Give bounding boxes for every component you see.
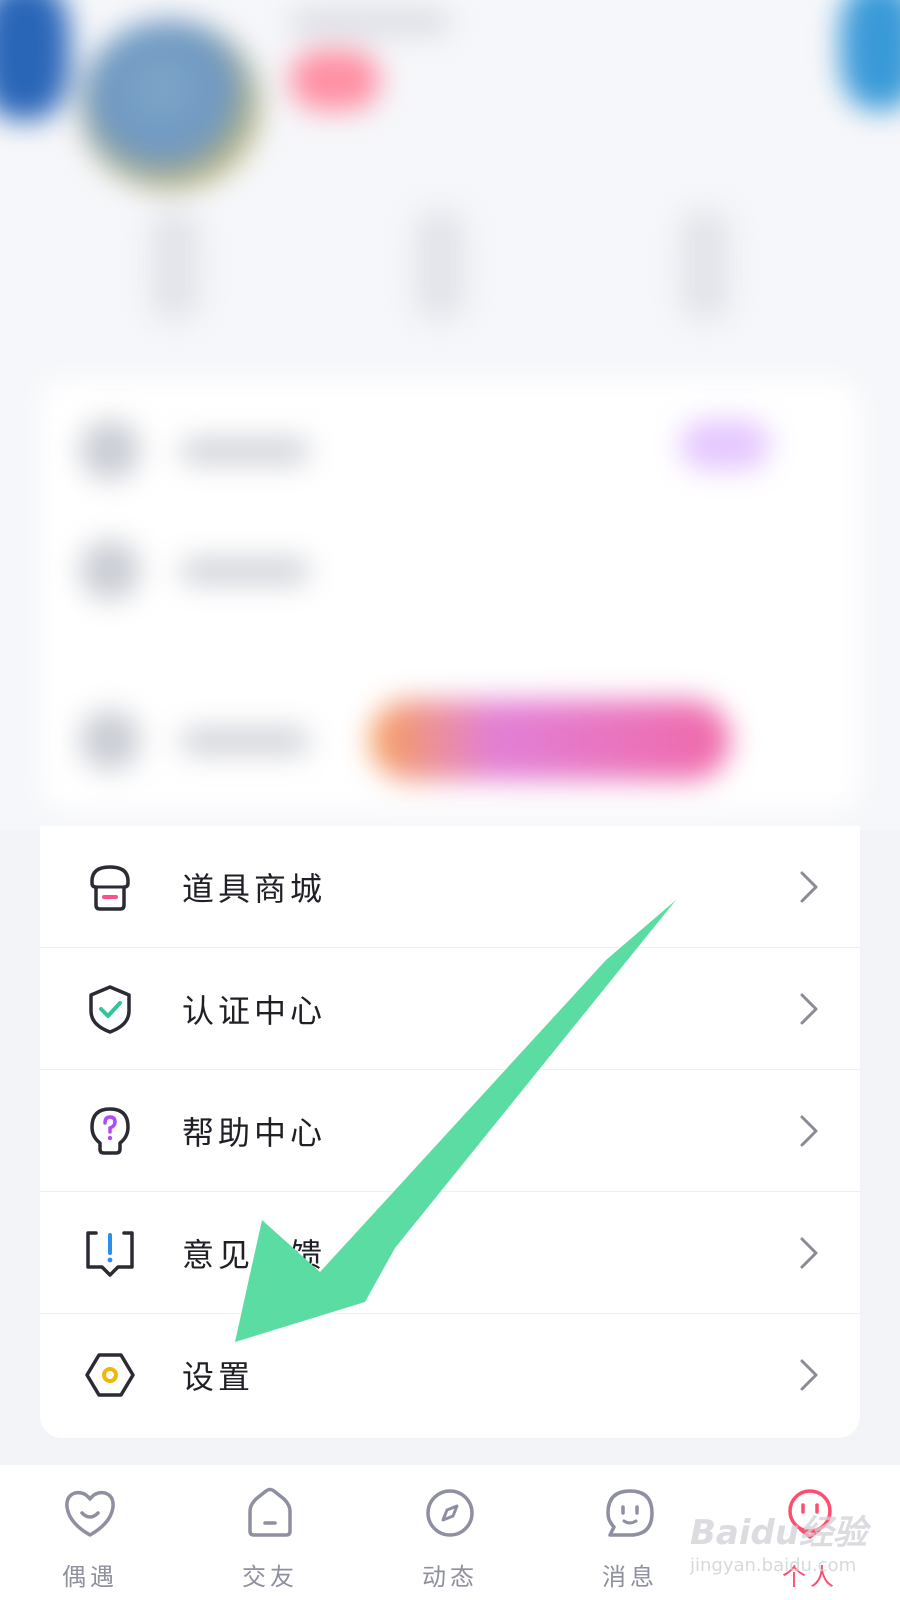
tab-encounter[interactable]: 偶遇 [0,1465,180,1600]
chevron-right-icon [800,871,818,903]
chevron-right-icon [800,1359,818,1391]
menu-item-label: 意见反馈 [182,1236,327,1274]
blurred-profile-area [0,0,900,830]
chevron-right-icon [800,1237,818,1269]
menu-item-label: 道具商城 [182,870,327,908]
shield-check-icon [89,985,131,1034]
menu-item-verification[interactable]: 认证中心 [40,948,860,1070]
menu-item-label: 认证中心 [182,992,327,1030]
watermark: Baidu经验 jingyan.baidu.com [690,1505,890,1595]
menu-item-shop[interactable]: 道具商城 [40,826,860,948]
menu-item-help[interactable]: 帮助中心 [40,1070,860,1192]
shop-icon [90,865,130,911]
chevron-right-icon [800,993,818,1025]
help-bulb-icon [90,1107,130,1155]
tab-label: 偶遇 [62,1563,118,1591]
house-icon [248,1487,292,1537]
watermark-logo: Baidu经验 [690,1513,868,1553]
settings-icon [85,1353,135,1397]
chevron-right-icon [800,1115,818,1147]
tab-friends[interactable]: 交友 [180,1465,360,1600]
tab-label: 动态 [422,1563,478,1591]
watermark-url: jingyan.baidu.com [690,1555,857,1576]
menu-item-settings[interactable]: 设置 [40,1314,860,1436]
menu-item-feedback[interactable]: 意见反馈 [40,1192,860,1314]
compass-icon [426,1489,474,1537]
feedback-icon [86,1231,134,1277]
tab-label: 交友 [242,1563,298,1591]
menu-item-label: 帮助中心 [182,1114,327,1152]
menu-item-label: 设置 [182,1358,255,1396]
tab-moments[interactable]: 动态 [360,1465,540,1600]
menu-list: 道具商城 认证中心 帮助中心 意见反馈 设置 [40,826,860,1438]
chat-face-icon [606,1489,654,1537]
heart-face-icon [65,1490,115,1537]
avatar [80,20,260,190]
